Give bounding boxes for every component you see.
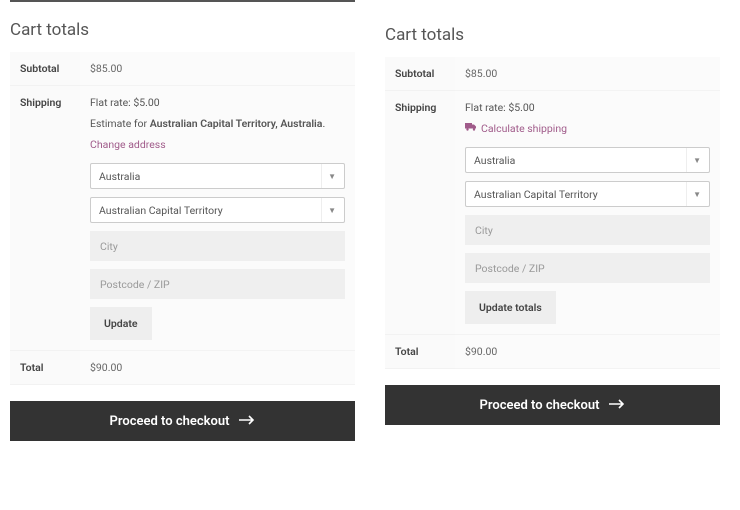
country-select[interactable]: Australia ▼	[90, 163, 345, 189]
total-value: $90.00	[455, 335, 720, 369]
shipping-label: Shipping	[385, 91, 455, 335]
state-value: Australian Capital Territory	[474, 188, 598, 201]
state-select[interactable]: Australian Capital Territory ▼	[465, 181, 710, 207]
totals-table: Subtotal $85.00 Shipping Flat rate: $5.0…	[10, 52, 355, 385]
subtotal-row: Subtotal $85.00	[385, 57, 720, 91]
total-value: $90.00	[80, 351, 355, 385]
flat-rate-text: Flat rate: $5.00	[90, 96, 345, 109]
country-value: Australia	[99, 170, 140, 183]
subtotal-row: Subtotal $85.00	[10, 52, 355, 86]
chevron-down-icon: ▼	[686, 182, 701, 206]
cart-totals-heading: Cart totals	[10, 20, 355, 40]
country-value: Australia	[474, 154, 515, 167]
subtotal-label: Subtotal	[385, 57, 455, 91]
update-totals-button[interactable]: Update totals	[465, 291, 556, 324]
shipping-calculator-form: Australia ▼ Australian Capital Territory…	[90, 163, 345, 340]
arrow-right-icon	[609, 398, 625, 413]
chevron-down-icon: ▼	[321, 198, 336, 222]
city-input[interactable]	[465, 215, 710, 245]
change-address-link[interactable]: Change address	[90, 138, 345, 151]
shipping-row: Shipping Flat rate: $5.00 Calculate ship…	[385, 91, 720, 335]
totals-table: Subtotal $85.00 Shipping Flat rate: $5.0…	[385, 57, 720, 369]
city-input[interactable]	[90, 231, 345, 261]
cart-panel-left: Cart totals Subtotal $85.00 Shipping Fla…	[10, 0, 355, 510]
shipping-label: Shipping	[10, 86, 80, 351]
total-label: Total	[385, 335, 455, 369]
state-select[interactable]: Australian Capital Territory ▼	[90, 197, 345, 223]
shipping-row: Shipping Flat rate: $5.00 Estimate for A…	[10, 86, 355, 351]
update-button[interactable]: Update	[90, 307, 152, 340]
shipping-block: Flat rate: $5.00 Calculate shipping Aust…	[465, 101, 710, 324]
flat-rate-text: Flat rate: $5.00	[465, 101, 710, 114]
arrow-right-icon	[239, 414, 255, 429]
subtotal-value: $85.00	[455, 57, 720, 91]
country-select[interactable]: Australia ▼	[465, 147, 710, 173]
shipping-block: Flat rate: $5.00 Estimate for Australian…	[90, 96, 345, 340]
cart-panel-right: Cart totals Subtotal $85.00 Shipping Fla…	[385, 25, 720, 510]
total-row: Total $90.00	[385, 335, 720, 369]
total-row: Total $90.00	[10, 351, 355, 385]
subtotal-value: $85.00	[80, 52, 355, 86]
estimate-text: Estimate for Australian Capital Territor…	[90, 117, 345, 130]
estimate-location: Australian Capital Territory, Australia	[150, 117, 323, 130]
postcode-input[interactable]	[465, 253, 710, 283]
chevron-down-icon: ▼	[321, 164, 336, 188]
truck-icon	[465, 122, 477, 135]
cart-totals-heading: Cart totals	[385, 25, 720, 45]
total-label: Total	[10, 351, 80, 385]
state-value: Australian Capital Territory	[99, 204, 223, 217]
subtotal-label: Subtotal	[10, 52, 80, 86]
proceed-to-checkout-button[interactable]: Proceed to checkout	[385, 385, 720, 425]
chevron-down-icon: ▼	[686, 148, 701, 172]
postcode-input[interactable]	[90, 269, 345, 299]
calculate-shipping-link[interactable]: Calculate shipping	[465, 122, 710, 135]
proceed-to-checkout-button[interactable]: Proceed to checkout	[10, 401, 355, 441]
divider	[10, 0, 355, 2]
shipping-calculator-form: Australia ▼ Australian Capital Territory…	[465, 147, 710, 324]
